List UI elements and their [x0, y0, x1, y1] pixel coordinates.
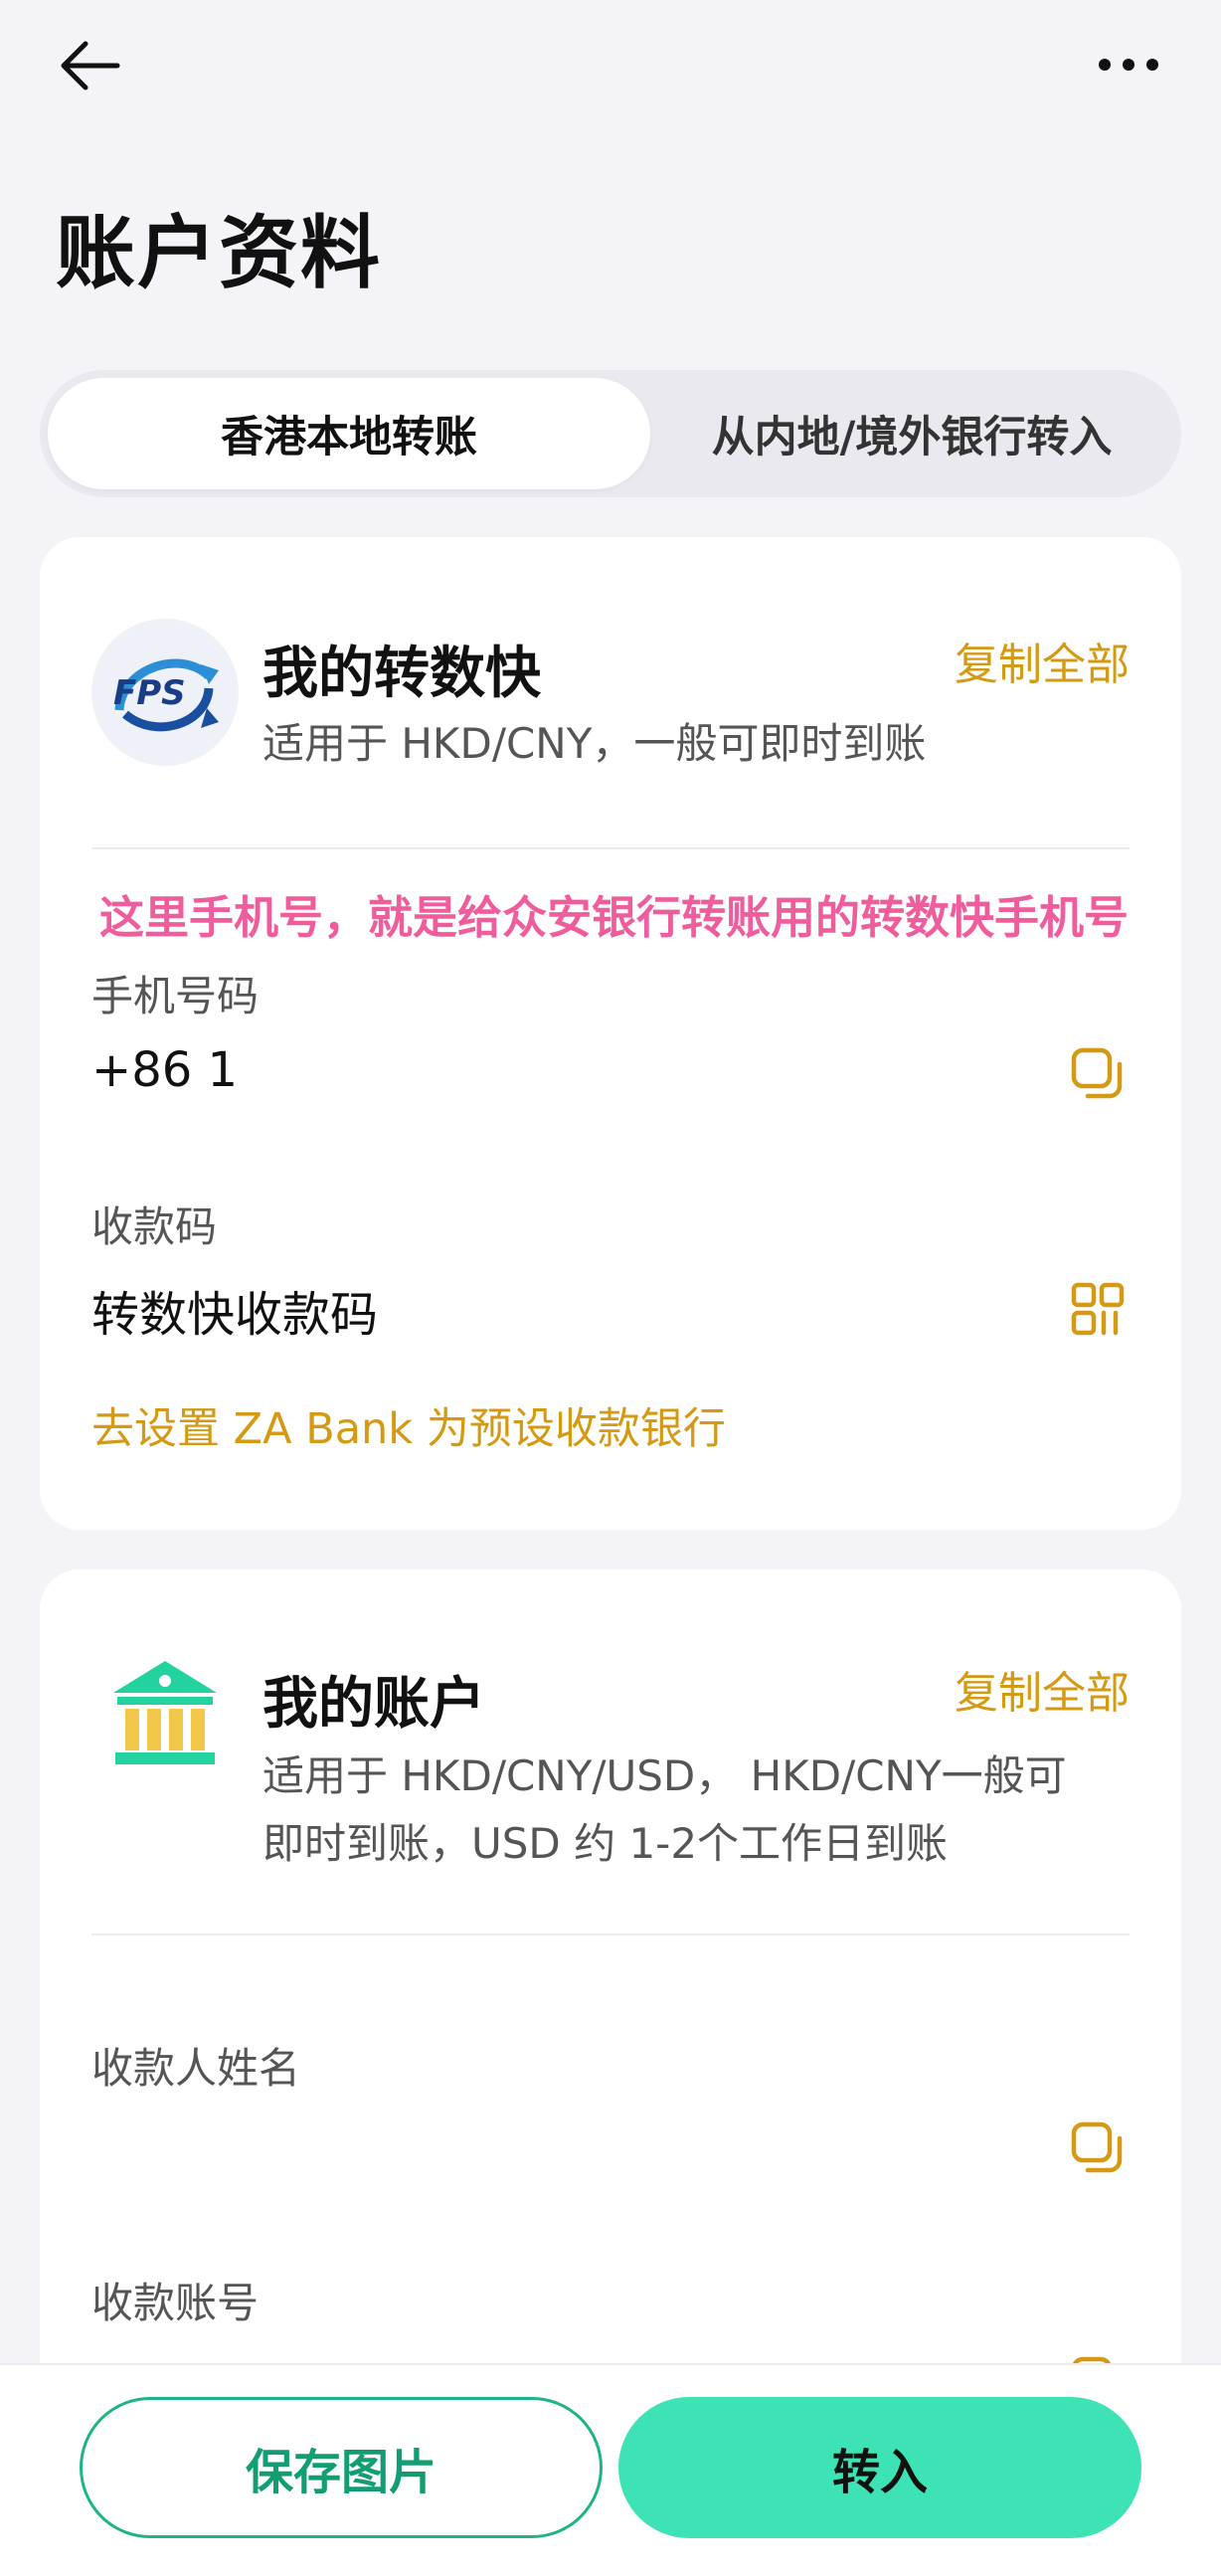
fps-logo: FPS	[91, 619, 239, 766]
back-button[interactable]	[56, 36, 125, 95]
account-card-description-2: 即时到账，USD 约 1-2个工作日到账	[262, 1819, 949, 1868]
copy-icon	[1071, 1047, 1123, 1099]
more-dots-icon	[1099, 59, 1158, 71]
top-bar	[0, 0, 1221, 129]
account-copy-all-button[interactable]: 复制全部	[955, 1657, 1130, 1721]
arrow-left-icon	[61, 41, 120, 91]
tab-mainland-overseas-transfer[interactable]: 从内地/境外银行转入	[650, 378, 1173, 489]
fps-copy-all-button[interactable]: 复制全部	[955, 629, 1130, 692]
transfer-type-tabs: 香港本地转账 从内地/境外银行转入	[40, 370, 1181, 497]
annotation-note: 这里手机号，就是给众安银行转账用的转数快手机号	[99, 891, 1130, 944]
divider	[91, 1933, 1130, 1935]
more-button[interactable]	[1089, 40, 1168, 90]
page-title: 账户资料	[56, 207, 382, 299]
bottom-action-bar: 保存图片 转入	[0, 2363, 1221, 2576]
fps-card-description: 适用于 HKD/CNY，一般可即时到账	[262, 719, 927, 768]
tab-hk-local-transfer[interactable]: 香港本地转账	[48, 378, 650, 489]
fps-logo-text: FPS	[113, 673, 186, 713]
qr-code-button[interactable]	[1070, 1281, 1126, 1337]
bank-icon	[113, 1661, 217, 1764]
copy-phone-button[interactable]	[1070, 1046, 1126, 1102]
fps-card: FPS 我的转数快 复制全部 适用于 HKD/CNY，一般可即时到账 这里手机号…	[40, 537, 1181, 1530]
payee-name-label: 收款人姓名	[91, 2044, 301, 2093]
phone-value: +86 1	[91, 1042, 239, 1098]
account-card-description-1: 适用于 HKD/CNY/USD， HKD/CNY一般可	[262, 1751, 1067, 1800]
copy-icon	[1071, 2121, 1123, 2173]
account-card-title: 我的账户	[262, 1672, 485, 1737]
account-number-label: 收款账号	[91, 2279, 260, 2327]
copy-payee-name-button[interactable]	[1070, 2120, 1126, 2176]
qr-label: 收款码	[91, 1202, 218, 1251]
save-image-button[interactable]: 保存图片	[80, 2397, 603, 2538]
divider	[91, 847, 1130, 849]
qr-code-icon	[1071, 1282, 1125, 1336]
fps-icon: FPS	[113, 658, 219, 732]
phone-label: 手机号码	[91, 972, 260, 1020]
fps-card-title: 我的转数快	[262, 642, 541, 706]
transfer-in-button[interactable]: 转入	[618, 2397, 1141, 2538]
set-default-bank-link[interactable]: 去设置 ZA Bank 为预设收款银行	[91, 1394, 726, 1456]
qr-value: 转数快收款码	[91, 1287, 379, 1343]
